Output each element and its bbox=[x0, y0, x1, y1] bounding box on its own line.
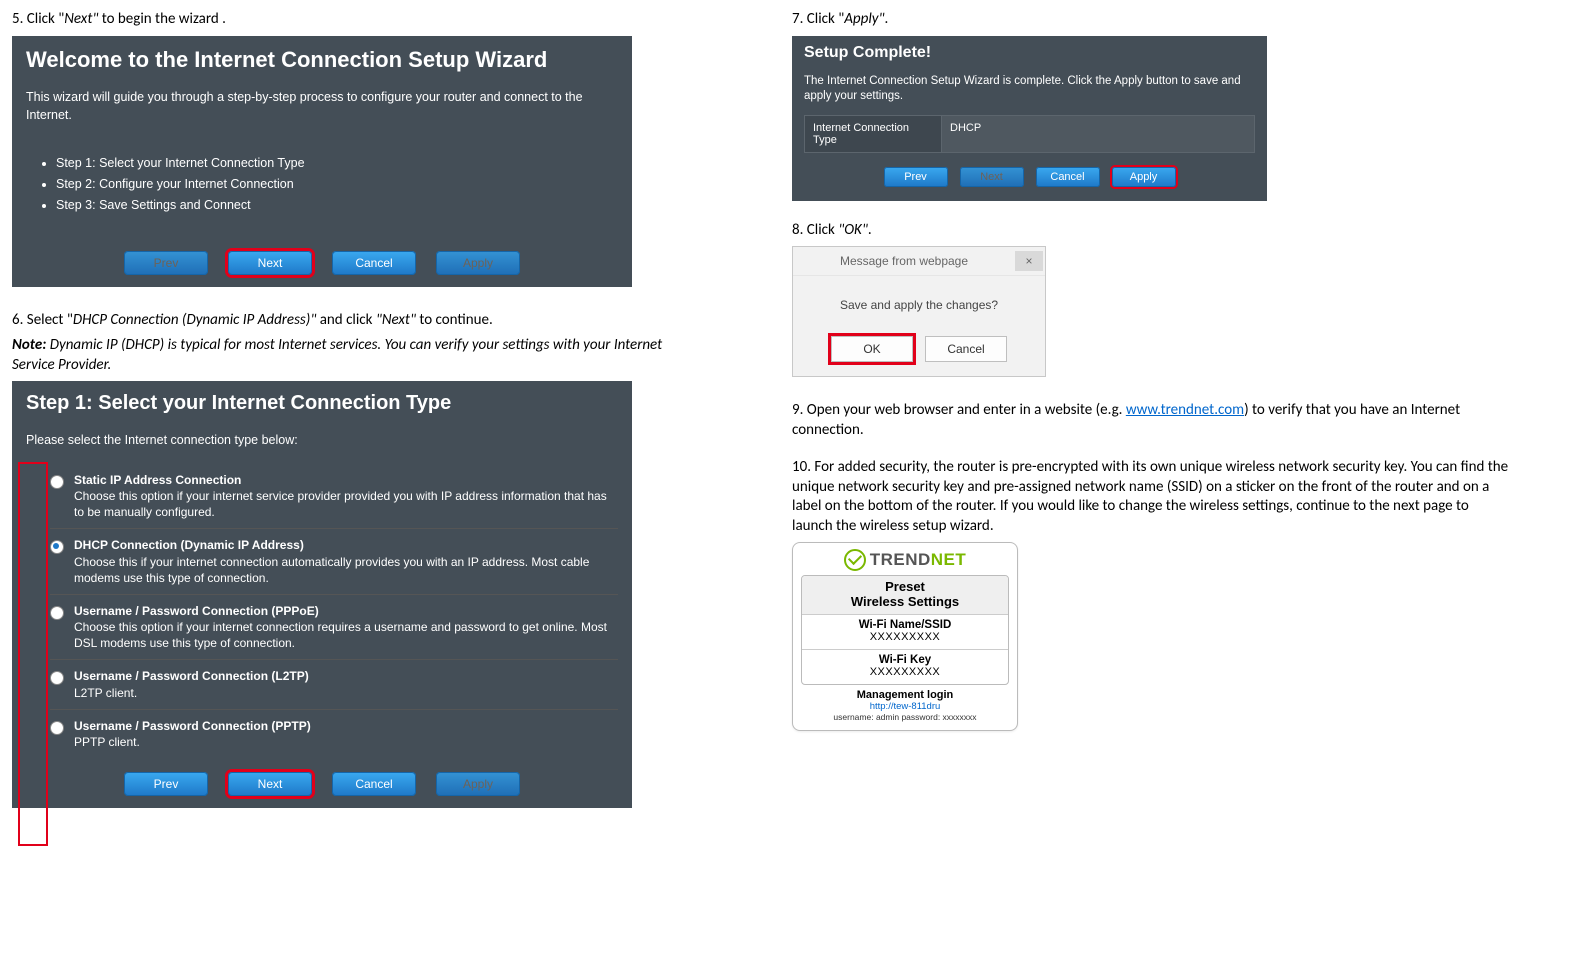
wizard-step-item: Step 1: Select your Internet Connection … bbox=[56, 153, 604, 174]
trendnet-link[interactable]: www.trendnet.com bbox=[1126, 401, 1244, 419]
apply-button[interactable]: Apply bbox=[1112, 167, 1176, 187]
step-6-text: 6. Select "DHCP Connection (Dynamic IP A… bbox=[12, 311, 672, 331]
wizard-welcome-title: Welcome to the Internet Connection Setup… bbox=[12, 36, 632, 82]
wifikey-cell: Wi-Fi Key XXXXXXXXX bbox=[802, 650, 1008, 684]
management-login: Management login http://tew-811dru usern… bbox=[801, 685, 1009, 724]
wizard-step1-desc: Please select the Internet connection ty… bbox=[12, 424, 632, 462]
wizard-step-item: Step 2: Configure your Internet Connecti… bbox=[56, 174, 604, 195]
highlight-strip bbox=[18, 462, 48, 846]
next-button[interactable]: Next bbox=[228, 772, 312, 796]
radio-option-static[interactable]: Static IP Address Connection Choose this… bbox=[50, 464, 618, 530]
wizard-steps-list: Step 1: Select your Internet Connection … bbox=[12, 149, 632, 235]
wizard-step1-panel: Step 1: Select your Internet Connection … bbox=[12, 381, 632, 808]
trendnet-logo: TRENDNET bbox=[801, 549, 1009, 571]
apply-button[interactable]: Apply bbox=[436, 772, 520, 796]
cancel-button[interactable]: Cancel bbox=[332, 772, 416, 796]
prev-button[interactable]: Prev bbox=[884, 167, 948, 187]
connection-type-label: Internet Connection Type bbox=[805, 116, 942, 152]
wizard-step-item: Step 3: Save Settings and Connect bbox=[56, 195, 604, 216]
radio-option-dhcp[interactable]: DHCP Connection (Dynamic IP Address) Cho… bbox=[50, 529, 618, 595]
ssid-cell: Wi-Fi Name/SSID XXXXXXXXX bbox=[802, 615, 1008, 650]
confirm-dialog: Message from webpage × Save and apply th… bbox=[792, 246, 1046, 377]
prev-button[interactable]: Prev bbox=[124, 772, 208, 796]
radio-option-pppoe[interactable]: Username / Password Connection (PPPoE) C… bbox=[50, 595, 618, 661]
radio-icon bbox=[50, 606, 64, 620]
wizard-button-row: Prev Next Cancel Apply bbox=[12, 247, 632, 279]
radio-option-pptp[interactable]: Username / Password Connection (PPTP) PP… bbox=[50, 710, 618, 758]
wizard-step1-title: Step 1: Select your Internet Connection … bbox=[12, 381, 632, 424]
wizard-welcome-panel: Welcome to the Internet Connection Setup… bbox=[12, 36, 632, 287]
router-sticker: TRENDNET PresetWireless Settings Wi-Fi N… bbox=[792, 542, 1018, 731]
radio-icon bbox=[50, 721, 64, 735]
next-button[interactable]: Next bbox=[960, 167, 1024, 187]
apply-button[interactable]: Apply bbox=[436, 251, 520, 275]
wizard-button-row: Prev Next Cancel Apply bbox=[792, 163, 1267, 191]
step-8-text: 8. Click "OK". bbox=[792, 221, 1512, 241]
wizard-button-row: Prev Next Cancel Apply bbox=[12, 768, 632, 800]
step-10-text: 10. For added security, the router is pr… bbox=[792, 458, 1512, 536]
step-9-text: 9. Open your web browser and enter in a … bbox=[792, 401, 1512, 440]
step-7-text: 7. Click "Apply". bbox=[792, 10, 1512, 30]
dialog-title: Message from webpage bbox=[793, 254, 1015, 268]
wizard-welcome-desc: This wizard will guide you through a ste… bbox=[12, 81, 632, 136]
preset-heading: PresetWireless Settings bbox=[802, 576, 1008, 615]
setup-complete-title: Setup Complete! bbox=[792, 36, 1267, 68]
close-icon[interactable]: × bbox=[1015, 251, 1043, 271]
step-6-note: Note: Dynamic IP (DHCP) is typical for m… bbox=[12, 336, 672, 375]
step-5-text: 5. Click "Next" to begin the wizard . bbox=[12, 10, 672, 30]
cancel-button[interactable]: Cancel bbox=[925, 336, 1007, 362]
radio-icon bbox=[50, 475, 64, 489]
ok-button[interactable]: OK bbox=[831, 336, 913, 362]
dialog-body-text: Save and apply the changes? bbox=[793, 276, 1045, 328]
logo-icon bbox=[844, 549, 866, 571]
connection-type-value: DHCP bbox=[942, 116, 1254, 152]
setup-complete-panel: Setup Complete! The Internet Connection … bbox=[792, 36, 1267, 201]
setup-complete-desc: The Internet Connection Setup Wizard is … bbox=[792, 68, 1267, 115]
cancel-button[interactable]: Cancel bbox=[1036, 167, 1100, 187]
next-button[interactable]: Next bbox=[228, 251, 312, 275]
radio-icon bbox=[50, 540, 64, 554]
prev-button[interactable]: Prev bbox=[124, 251, 208, 275]
cancel-button[interactable]: Cancel bbox=[332, 251, 416, 275]
radio-option-l2tp[interactable]: Username / Password Connection (L2TP) L2… bbox=[50, 660, 618, 709]
radio-icon bbox=[50, 671, 64, 685]
connection-type-row: Internet Connection Type DHCP bbox=[804, 115, 1255, 153]
